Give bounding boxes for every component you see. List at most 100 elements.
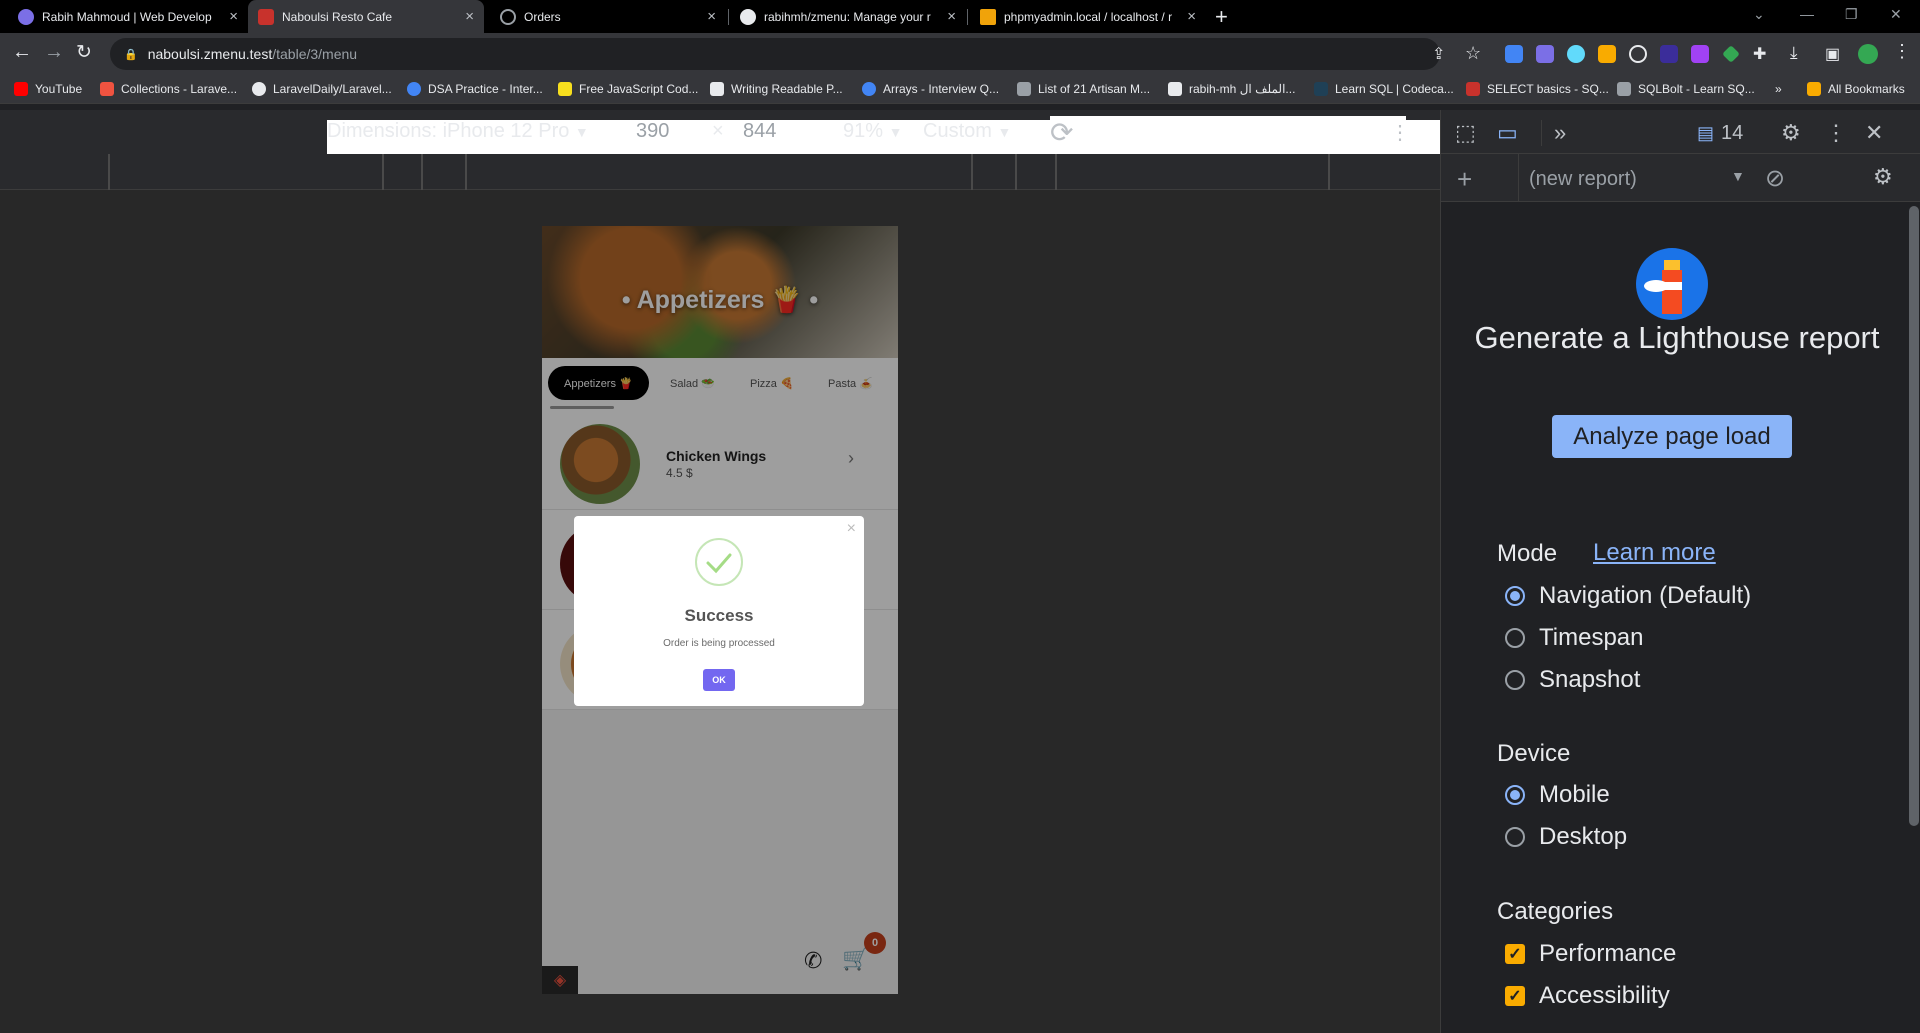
devtools-header: ⬚ ▭ » ▤ 14 ⚙ ⋮ ✕ (1441, 110, 1920, 154)
lock-icon: 🔒 (124, 48, 138, 61)
bookmark-dsa-practice[interactable]: DSA Practice - Inter... (407, 82, 543, 96)
close-tab-icon[interactable]: × (1187, 8, 1196, 25)
side-panel-icon[interactable]: ▣ (1825, 44, 1840, 64)
bookmark-select-basics[interactable]: SELECT basics - SQ... (1466, 82, 1609, 96)
translate-extension-icon[interactable] (1505, 45, 1523, 63)
mode-option-navigation[interactable]: Navigation (Default) (1505, 582, 1751, 610)
all-bookmarks[interactable]: All Bookmarks (1807, 82, 1905, 96)
lighthouse-settings-icon[interactable]: ⚙ (1873, 164, 1893, 190)
tab-naboulsi-resto-cafe[interactable]: Naboulsi Resto Cafe × (248, 0, 484, 33)
forward-icon[interactable]: → (44, 41, 64, 64)
close-tab-icon[interactable]: × (947, 8, 956, 25)
profile-avatar[interactable] (1858, 44, 1878, 64)
puzzle-extensions-icon[interactable]: ✚ (1753, 44, 1766, 64)
plus-icon (710, 82, 724, 96)
tab-orders[interactable]: Orders × (490, 0, 726, 33)
tab-title: Naboulsi Resto Cafe (282, 9, 393, 24)
dropdown-triangle-icon[interactable]: ▼ (1731, 168, 1745, 184)
radio-icon (1505, 827, 1525, 847)
settings-gear-icon[interactable]: ⚙ (1781, 120, 1801, 146)
extension-icon[interactable] (1629, 45, 1647, 63)
url-path: /table/3/menu (272, 46, 358, 62)
checkbox-checked-icon: ✓ (1505, 986, 1525, 1006)
close-tab-icon[interactable]: × (465, 8, 474, 25)
device-toolbar: Dimensions: iPhone 12 Pro ▼ 390 × 844 91… (0, 110, 1746, 220)
react-devtools-icon[interactable] (1567, 45, 1585, 63)
close-devtools-icon[interactable]: ✕ (1865, 120, 1883, 146)
ruler-tick (421, 154, 423, 190)
tab-github-zmenu[interactable]: rabihmh/zmenu: Manage your r × (730, 0, 966, 33)
download-icon[interactable]: ⤓ (1790, 43, 1798, 63)
device-option-desktop[interactable]: Desktop (1505, 823, 1627, 851)
browser-menu-icon[interactable]: ⋮ (1893, 41, 1911, 62)
messages-icon[interactable]: ▤ (1697, 123, 1714, 144)
mode-option-timespan[interactable]: Timespan (1505, 624, 1643, 652)
close-tab-icon[interactable]: × (229, 8, 238, 25)
back-icon[interactable]: ← (12, 41, 32, 64)
bookmark-arrays-interview[interactable]: Arrays - Interview Q... (862, 82, 999, 96)
device-option-mobile[interactable]: Mobile (1505, 781, 1610, 809)
emulated-phone-screen: • Appetizers 🍟 • Appetizers 🍟 Salad 🥗 Pi… (542, 226, 898, 994)
more-bookmarks-icon[interactable]: » (1775, 82, 1782, 96)
bookmark-artisan[interactable]: List of 21 Artisan M... (1017, 82, 1150, 96)
artisan-icon (1017, 82, 1031, 96)
learn-more-link[interactable]: Learn more (1593, 539, 1716, 567)
interview-icon (862, 82, 876, 96)
tab-title: Rabih Mahmoud | Web Develop (42, 9, 212, 24)
clear-reports-icon[interactable]: ⊘ (1765, 164, 1785, 193)
close-tab-icon[interactable]: × (707, 8, 716, 25)
address-bar[interactable]: 🔒 naboulsi.zmenu.test/table/3/menu (110, 38, 1440, 70)
mode-option-snapshot[interactable]: Snapshot (1505, 666, 1640, 694)
new-tab-icon[interactable]: + (1215, 4, 1228, 30)
mode-label: Mode (1497, 540, 1558, 567)
reload-icon[interactable]: ↻ (76, 41, 92, 64)
more-tabs-icon[interactable]: » (1541, 120, 1566, 146)
devtools-scrollbar[interactable] (1909, 206, 1919, 826)
new-report-plus-icon[interactable]: + (1457, 164, 1472, 195)
bookmark-laraveldaily[interactable]: LaravelDaily/Laravel... (252, 82, 392, 96)
dropdown-triangle-icon: ▼ (997, 124, 1012, 140)
modal-ok-button[interactable]: OK (703, 669, 735, 691)
tab-strip: Rabih Mahmoud | Web Develop × Naboulsi R… (0, 0, 1920, 33)
tab-separator (728, 9, 729, 25)
bookmark-sqlbolt[interactable]: SQLBolt - Learn SQ... (1617, 82, 1755, 96)
tab-rabih-portfolio[interactable]: Rabih Mahmoud | Web Develop × (8, 0, 248, 33)
close-window-icon[interactable]: ✕ (1890, 6, 1902, 23)
bookmark-collections[interactable]: Collections - Larave... (100, 82, 237, 96)
extension-icon[interactable] (1598, 45, 1616, 63)
category-performance[interactable]: ✓ Performance (1505, 940, 1676, 968)
bookmark-writing-readable[interactable]: Writing Readable P... (710, 82, 843, 96)
extension-icon[interactable] (1722, 45, 1740, 63)
success-modal: × Success Order is being processed OK (574, 516, 864, 706)
toggle-device-toolbar-icon[interactable]: ▭ (1497, 120, 1518, 146)
bookmark-youtube[interactable]: YouTube (14, 82, 82, 96)
analyze-page-load-button[interactable]: Analyze page load (1552, 415, 1792, 458)
extension-icon[interactable] (1691, 45, 1709, 63)
share-icon[interactable]: ⇪ (1432, 44, 1445, 64)
javascript-icon (558, 82, 572, 96)
radio-icon (1505, 628, 1525, 648)
restore-icon[interactable]: ❐ (1845, 6, 1858, 23)
modal-close-icon[interactable]: × (847, 520, 856, 538)
extension-icon[interactable] (1536, 45, 1554, 63)
categories-label: Categories (1497, 898, 1614, 925)
lighthouse-heading: Generate a Lighthouse report (1474, 320, 1880, 355)
checkbox-checked-icon: ✓ (1505, 944, 1525, 964)
tab-title: Orders (524, 9, 561, 24)
report-select[interactable]: (new report) (1517, 168, 1767, 191)
url-host: naboulsi.zmenu.test (147, 46, 273, 62)
inspect-element-icon[interactable]: ⬚ (1455, 120, 1476, 146)
tab-phpmyadmin[interactable]: phpmyadmin.local / localhost / r × (970, 0, 1206, 33)
tab-search-chevron-icon[interactable]: ⌄ (1753, 6, 1765, 23)
extension-icon[interactable] (1660, 45, 1678, 63)
devtools-menu-icon[interactable]: ⋮ (1825, 120, 1847, 146)
category-accessibility[interactable]: ✓ Accessibility (1505, 982, 1670, 1010)
bookmark-star-icon[interactable]: ☆ (1465, 43, 1481, 64)
lighthouse-toolbar: + (new report) ▼ ⊘ ⚙ (1441, 154, 1920, 202)
bookmark-learn-sql[interactable]: Learn SQL | Codeca... (1314, 82, 1454, 96)
bookmark-free-javascript[interactable]: Free JavaScript Cod... (558, 82, 698, 96)
minimize-icon[interactable]: — (1800, 6, 1814, 22)
bookmark-rabih-mh[interactable]: rabih-mh الملف ال... (1168, 82, 1295, 96)
radio-selected-icon (1505, 586, 1525, 606)
ruler-tick (108, 154, 110, 190)
